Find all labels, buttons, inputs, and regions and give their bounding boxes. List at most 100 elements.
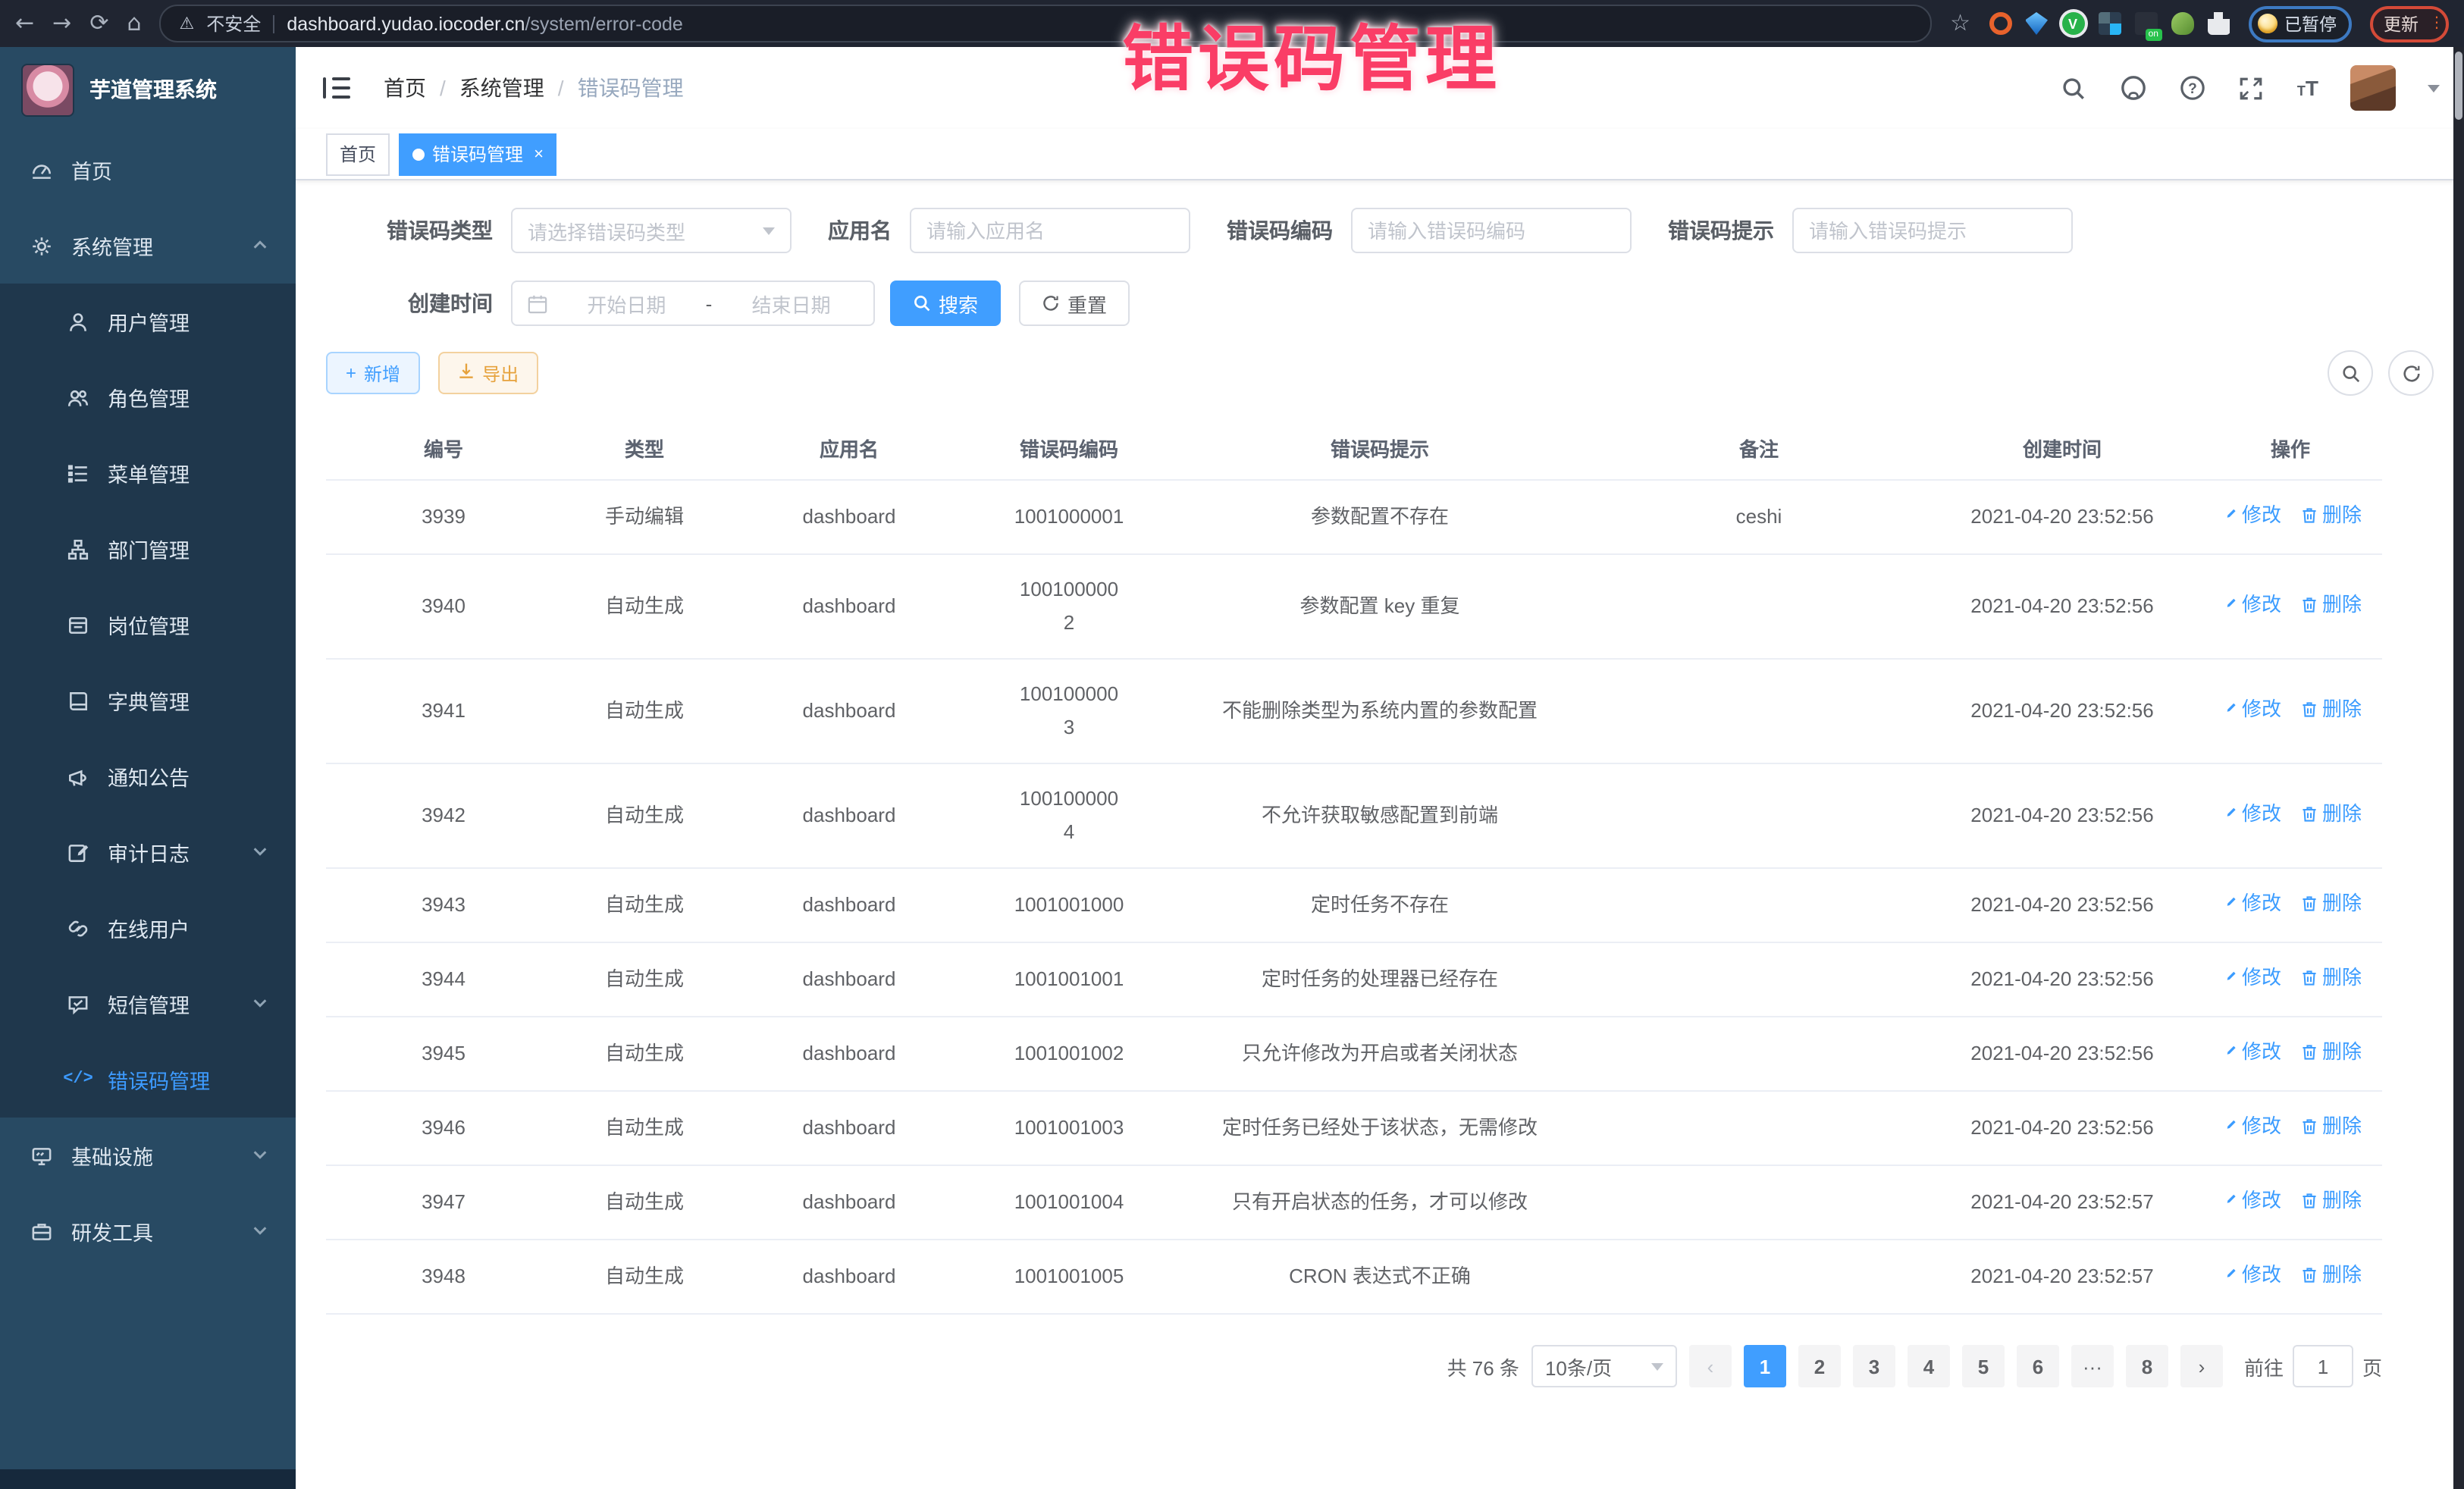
- back-icon[interactable]: ←: [15, 12, 34, 35]
- font-size-icon[interactable]: TT: [2297, 76, 2318, 100]
- edit-link[interactable]: 修改: [2219, 961, 2281, 995]
- scrollbar-thumb[interactable]: [2455, 52, 2462, 120]
- delete-link[interactable]: 删除: [2299, 1110, 2362, 1143]
- sidebar-item-基础设施[interactable]: 基础设施: [0, 1118, 296, 1193]
- extension-green-key-icon[interactable]: [2171, 12, 2193, 35]
- sidebar-item-岗位管理[interactable]: 岗位管理: [0, 587, 296, 663]
- toggle-search-icon[interactable]: [2328, 350, 2373, 396]
- sidebar-item-字典管理[interactable]: 字典管理: [0, 663, 296, 738]
- cell-app: dashboard: [728, 868, 970, 942]
- export-button[interactable]: 导出: [438, 352, 538, 394]
- cell-actions: 修改删除: [2199, 1165, 2382, 1240]
- extension-blue-drop-icon[interactable]: [2025, 12, 2048, 35]
- sidebar-item-角色管理[interactable]: 角色管理: [0, 359, 296, 435]
- cell-code: 1001001000: [970, 868, 1168, 942]
- reload-icon[interactable]: ⟳: [89, 12, 108, 35]
- sidebar-item-短信管理[interactable]: 短信管理: [0, 966, 296, 1042]
- sidebar-toggle-icon[interactable]: [323, 77, 350, 99]
- prev-page-button[interactable]: ‹: [1689, 1345, 1732, 1387]
- address-bar[interactable]: ⚠ 不安全 dashboard.yudao.iocoder.cn/system/…: [160, 5, 1933, 42]
- sidebar-item-菜单管理[interactable]: 菜单管理: [0, 435, 296, 511]
- sidebar-item-审计日志[interactable]: 审计日志: [0, 814, 296, 890]
- github-icon[interactable]: [2120, 74, 2147, 102]
- breadcrumb-item[interactable]: 首页: [384, 73, 426, 103]
- table-row: 3946自动生成dashboard1001001003定时任务已经处于该状态，无…: [326, 1091, 2382, 1165]
- fullscreen-icon[interactable]: [2238, 74, 2265, 102]
- refresh-table-icon[interactable]: [2388, 350, 2434, 396]
- next-page-button[interactable]: ›: [2180, 1345, 2223, 1387]
- delete-link[interactable]: 删除: [2299, 693, 2362, 726]
- sidebar-logo[interactable]: 芋道管理系统: [0, 47, 296, 132]
- edit-link[interactable]: 修改: [2219, 1259, 2281, 1292]
- search-button[interactable]: 搜索: [890, 281, 1001, 326]
- cell-type: 自动生成: [561, 1165, 728, 1240]
- cell-remark: [1592, 1017, 1926, 1091]
- sidebar-item-部门管理[interactable]: 部门管理: [0, 511, 296, 587]
- update-button[interactable]: 更新 ⋮: [2370, 5, 2449, 42]
- extension-orange-ring-icon[interactable]: [1989, 12, 2011, 35]
- header-search-icon[interactable]: [2061, 74, 2088, 102]
- bookmark-star-icon[interactable]: ☆: [1950, 12, 1970, 35]
- tag-tab-首页[interactable]: 首页: [326, 133, 390, 175]
- help-icon[interactable]: ?: [2179, 74, 2206, 102]
- table-row: 3939手动编辑dashboard1001000001参数配置不存在ceshi2…: [326, 480, 2382, 554]
- delete-link[interactable]: 删除: [2299, 961, 2362, 995]
- delete-link[interactable]: 删除: [2299, 798, 2362, 831]
- page-ellipsis-button[interactable]: ···: [2071, 1345, 2114, 1387]
- delete-link[interactable]: 删除: [2299, 588, 2362, 622]
- edit-link[interactable]: 修改: [2219, 693, 2281, 726]
- close-tab-icon[interactable]: ×: [534, 145, 544, 163]
- paused-badge[interactable]: 已暂停: [2248, 5, 2352, 42]
- delete-link[interactable]: 删除: [2299, 499, 2362, 532]
- delete-link[interactable]: 删除: [2299, 1036, 2362, 1069]
- edit-link[interactable]: 修改: [2219, 1036, 2281, 1069]
- sidebar-item-首页[interactable]: 首页: [0, 132, 296, 208]
- error-type-select[interactable]: 请选择错误码类型: [511, 208, 792, 253]
- reset-button[interactable]: 重置: [1019, 281, 1130, 326]
- edit-link[interactable]: 修改: [2219, 1184, 2281, 1218]
- home-icon[interactable]: ⌂: [127, 12, 141, 35]
- page-button-3[interactable]: 3: [1853, 1345, 1895, 1387]
- page-button-1[interactable]: 1: [1744, 1345, 1786, 1387]
- delete-link[interactable]: 删除: [2299, 1259, 2362, 1292]
- sidebar-item-在线用户[interactable]: 在线用户: [0, 890, 296, 966]
- edit-link[interactable]: 修改: [2219, 798, 2281, 831]
- add-button[interactable]: + 新增: [326, 352, 420, 394]
- page-button-4[interactable]: 4: [1908, 1345, 1950, 1387]
- error-code-input[interactable]: [1351, 208, 1632, 253]
- extension-grid-icon[interactable]: [2098, 12, 2121, 35]
- sidebar-item-系统管理[interactable]: 系统管理: [0, 208, 296, 284]
- sidebar-item-研发工具[interactable]: 研发工具: [0, 1193, 296, 1269]
- extension-proxy-on-icon[interactable]: [2134, 12, 2157, 35]
- avatar-dropdown-caret-icon[interactable]: [2428, 84, 2440, 92]
- cell-hint: 只允许修改为开启或者关闭状态: [1168, 1017, 1592, 1091]
- tag-tab-错误码管理[interactable]: 错误码管理×: [399, 133, 557, 175]
- goto-page-input[interactable]: [2293, 1345, 2353, 1387]
- page-button-2[interactable]: 2: [1798, 1345, 1841, 1387]
- edit-link[interactable]: 修改: [2219, 588, 2281, 622]
- sidebar-item-错误码管理[interactable]: </>错误码管理: [0, 1042, 296, 1118]
- date-range-picker[interactable]: 开始日期 - 结束日期: [511, 281, 875, 326]
- sidebar-item-用户管理[interactable]: 用户管理: [0, 284, 296, 359]
- extension-green-v-icon[interactable]: V: [2061, 12, 2084, 35]
- page-button-6[interactable]: 6: [2017, 1345, 2059, 1387]
- edit-link[interactable]: 修改: [2219, 887, 2281, 920]
- tab-label: 首页: [340, 141, 376, 167]
- edit-link[interactable]: 修改: [2219, 499, 2281, 532]
- app-name-input[interactable]: [910, 208, 1190, 253]
- breadcrumb-item[interactable]: 系统管理: [459, 73, 544, 103]
- page-button-8[interactable]: 8: [2126, 1345, 2168, 1387]
- delete-link[interactable]: 删除: [2299, 887, 2362, 920]
- page-size-select[interactable]: 10条/页: [1531, 1345, 1677, 1387]
- edit-link[interactable]: 修改: [2219, 1110, 2281, 1143]
- delete-link[interactable]: 删除: [2299, 1184, 2362, 1218]
- browser-menu-dots-icon[interactable]: ⋮: [2429, 21, 2435, 26]
- scrollbar-track[interactable]: [2453, 47, 2464, 1489]
- extensions-puzzle-icon[interactable]: [2207, 12, 2230, 35]
- sidebar-item-通知公告[interactable]: 通知公告: [0, 738, 296, 814]
- user-avatar[interactable]: [2350, 65, 2396, 111]
- forward-icon[interactable]: →: [52, 12, 71, 35]
- page-button-5[interactable]: 5: [1962, 1345, 2005, 1387]
- error-hint-input[interactable]: [1792, 208, 2073, 253]
- cell-remark: [1592, 942, 1926, 1017]
